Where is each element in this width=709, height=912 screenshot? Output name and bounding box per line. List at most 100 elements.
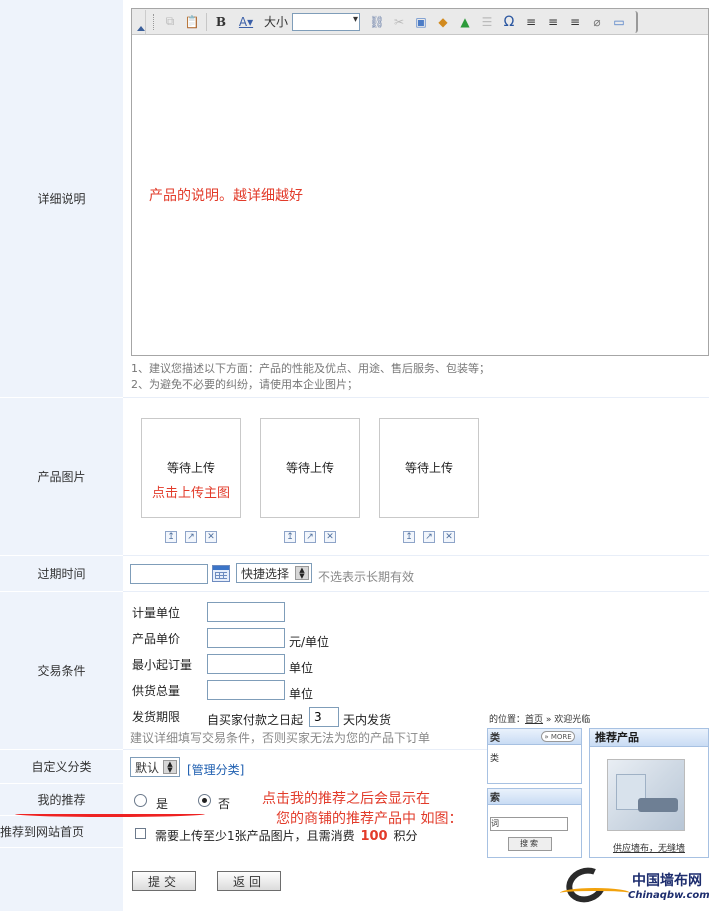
preview-recommend-title: 推荐产品 [590,729,708,747]
recommend-no-radio[interactable] [198,794,211,807]
editor-hint-1: 1、建议您描述以下方面：产品的性能及优点、用途、售后服务、包装等； [131,362,490,375]
toolbar-end [634,10,639,33]
delete-icon[interactable]: ✕ [324,531,336,543]
toolbar-separator [206,12,207,31]
label-recommend-text: 我的推荐 [37,793,86,807]
align-center-icon[interactable]: ≡ [543,12,563,32]
homepage-checkbox[interactable] [135,828,146,839]
unit-input[interactable] [207,602,285,622]
preview-search-bar: 索 [488,789,581,805]
homepage-points: 100 [360,829,388,844]
emoticon-icon[interactable]: ▲ [455,12,475,32]
preview-breadcrumb: 的位置：首页 » 欢迎光临 [489,712,590,725]
recommend-preview-screenshot: 的位置：首页 » 欢迎光临 类 » MORE 类 索 词 搜索 推荐产品 供应墙布… [487,708,709,858]
expire-note: 不选表示长期有效 [318,570,415,584]
image-slot-3[interactable]: 等待上传 [379,418,479,518]
spinner-arrows-icon: ▲ ▼ [295,566,309,580]
logo-swoosh-icon [560,888,630,898]
preview-more-button: » MORE [541,731,575,742]
image-slot-3-actions: ↥ ↗ ✕ [403,531,455,543]
manage-category-link[interactable]: [管理分类] [187,761,244,778]
move-icon[interactable]: ↗ [185,531,197,543]
delivery-days-input[interactable] [309,707,339,727]
preview-search-title: 索 [490,793,500,804]
recommend-no-label[interactable]: 否 [218,795,230,812]
preview-product-caption: 供应墙布，无缝墙 [612,844,685,854]
move-icon[interactable]: ↗ [304,531,316,543]
quick-select-dropdown[interactable]: 快捷选择 ▲ ▼ [236,563,312,583]
attachment-icon[interactable]: ⌀ [587,12,607,32]
label-images: 产品图片 [0,398,123,556]
label-expire-text: 过期时间 [37,567,86,581]
supply-suffix: 单位 [289,687,314,701]
submit-button[interactable]: 提交 [132,871,196,891]
label-trade-text: 交易条件 [37,664,86,678]
preview-product-photo [607,759,685,831]
special-char-icon[interactable]: Ω [499,12,519,32]
toolbar-grip-icon [153,13,156,30]
supply-input[interactable] [207,680,285,700]
recommend-annotation-1: 点击我的推荐之后会显示在 [262,791,430,807]
move-icon[interactable]: ↗ [423,531,435,543]
upload-icon[interactable]: ↥ [165,531,177,543]
price-label: 产品单价 [132,632,181,646]
collapse-toolbar-icon[interactable] [136,9,146,34]
min-order-label: 最小起订量 [132,658,193,672]
label-detail: 详细说明 [0,0,123,398]
site-logo: 中国墙布网 Chinaqbw.com [560,862,709,912]
preview-category-item: 类 [490,754,500,764]
recommend-yes-radio[interactable] [134,794,147,807]
logo-english-text: Chinaqbw.com [628,890,709,901]
align-right-icon[interactable]: ≡ [565,12,585,32]
trade-note: 建议详细填写交易条件，否则买家无法为您的产品下订单 [130,731,431,745]
image-slot-status: 等待上传 [285,461,334,475]
recommend-annotation-2: 您的商铺的推荐产品中 如图： [276,811,463,827]
category-select[interactable]: 默认 ▲ ▼ [130,757,180,777]
flash-icon[interactable]: ◆ [433,12,453,32]
upload-icon[interactable]: ↥ [284,531,296,543]
link-icon[interactable]: ⛓ [367,12,387,32]
horizontal-rule-icon[interactable]: ☰ [477,12,497,32]
spinner-arrows-icon: ▲ ▼ [163,760,177,774]
editor-content-area[interactable]: 产品的说明。越详细越好 [132,36,708,355]
recommend-yes-label[interactable]: 是 [156,795,168,812]
preview-crumb-home: 首页 [525,715,544,725]
back-button[interactable]: 返回 [217,871,281,891]
delivery-prefix: 自买家付款之日起 [207,713,304,727]
editor-hint-2: 2、为避免不必要的纠纷，请使用本企业图片； [131,378,358,391]
editor-toolbar: ⧉ 📋 B A▾ 大小 ⛓ ✂ ▣ ◆ ▲ ☰ Ω ≡ ≡ ≡ ⌀ ▭ [132,9,708,35]
delete-icon[interactable]: ✕ [443,531,455,543]
upload-icon[interactable]: ↥ [403,531,415,543]
source-view-icon[interactable]: ▭ [609,12,629,32]
rich-text-editor[interactable]: ⧉ 📋 B A▾ 大小 ⛓ ✂ ▣ ◆ ▲ ☰ Ω ≡ ≡ ≡ ⌀ ▭ 产品的说… [131,8,709,356]
unlink-icon[interactable]: ✂ [389,12,409,32]
label-images-text: 产品图片 [37,470,86,484]
calendar-icon[interactable] [212,565,230,582]
logo-q-icon [561,862,611,908]
image-slot-1[interactable]: 等待上传 点击上传主图 [141,418,241,518]
homepage-note-suffix: 积分 [393,829,418,843]
copy-icon[interactable]: ⧉ [160,12,180,32]
label-category-text: 自定义分类 [31,760,92,774]
min-order-suffix: 单位 [289,661,314,675]
delivery-suffix: 天内发货 [343,713,392,727]
align-left-icon[interactable]: ≡ [521,12,541,32]
font-size-select[interactable] [292,12,361,31]
expire-date-input[interactable] [130,564,208,584]
preview-category-bar: 类 » MORE [488,729,581,745]
logo-chinese-text: 中国墙布网 [632,873,702,889]
min-order-input[interactable] [207,654,285,674]
bold-icon[interactable]: B [211,12,231,32]
preview-category-box: 类 » MORE 类 [487,728,582,784]
paste-icon[interactable]: 📋 [182,12,202,32]
font-color-icon[interactable]: A▾ [233,12,259,32]
image-slot-2[interactable]: 等待上传 [260,418,360,518]
editor-content-note: 产品的说明。越详细越好 [149,188,303,204]
price-input[interactable] [207,628,285,648]
label-trade: 交易条件 [0,592,123,750]
image-slot-1-actions: ↥ ↗ ✕ [165,531,217,543]
label-homepage-text: 推荐到网站首页 [0,825,85,839]
image-icon[interactable]: ▣ [411,12,431,32]
homepage-note: 需要上传至少1张产品图片，且需消费 100 积分 [155,827,417,844]
delete-icon[interactable]: ✕ [205,531,217,543]
